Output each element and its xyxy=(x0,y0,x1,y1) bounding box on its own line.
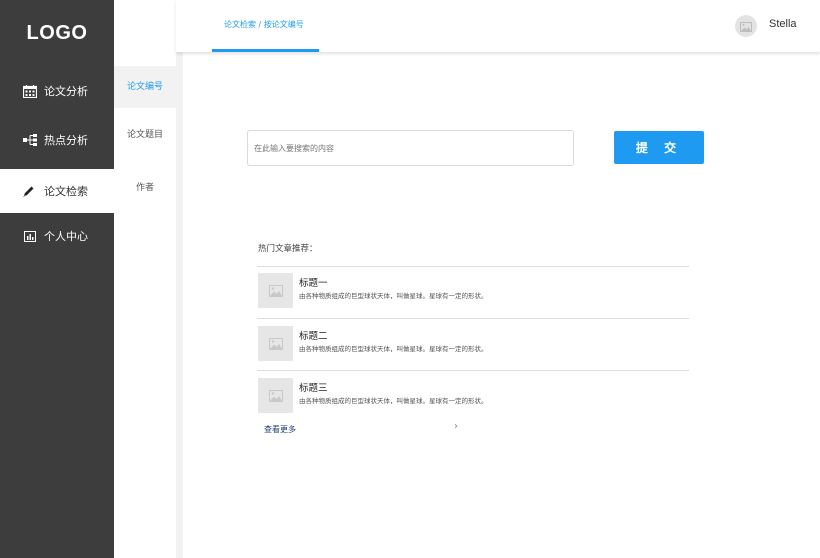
pencil-icon xyxy=(18,185,38,198)
sidebar-item-label: 热点分析 xyxy=(44,134,88,147)
submenu: 论文编号 论文题目 作者 xyxy=(114,0,176,558)
image-placeholder-icon xyxy=(258,326,293,361)
logo: LOGO xyxy=(26,21,88,44)
sidebar-item-label: 论文检索 xyxy=(44,185,88,198)
calendar-icon xyxy=(20,84,40,98)
chart-icon xyxy=(20,230,40,242)
sidebar-item-label: 论文分析 xyxy=(44,85,88,98)
sidebar-item-hotspot-analysis[interactable]: 热点分析 xyxy=(0,118,114,162)
chevron-right-icon[interactable]: › xyxy=(454,421,458,432)
submit-button[interactable]: 提 交 xyxy=(614,131,704,164)
article-title[interactable]: 标题一 xyxy=(299,275,328,289)
article-description: 由各种物质组成的巨型球状天体，叫做星球。星球有一定的形状。 xyxy=(299,345,488,353)
divider xyxy=(257,370,689,371)
sidebar-item-paper-search[interactable]: 论文检索 xyxy=(0,169,114,213)
article-title[interactable]: 标题三 xyxy=(299,380,328,394)
header: 论文检索 / 按论文编号 Stella xyxy=(176,0,820,52)
divider xyxy=(257,318,689,319)
image-placeholder-icon xyxy=(740,17,752,36)
view-more-link[interactable]: 查看更多 xyxy=(264,424,296,435)
image-placeholder-icon xyxy=(258,378,293,413)
breadcrumb-underline xyxy=(212,49,319,52)
sidebar-item-label: 个人中心 xyxy=(44,230,88,243)
article-description: 由各种物质组成的巨型球状天体，叫做星球。星球有一定的形状。 xyxy=(299,397,488,405)
list-item[interactable]: 标题二 由各种物质组成的巨型球状天体，叫做星球。星球有一定的形状。 xyxy=(258,326,688,362)
article-title[interactable]: 标题二 xyxy=(299,328,328,342)
sidebar-item-paper-analysis[interactable]: 论文分析 xyxy=(0,69,114,113)
divider xyxy=(257,266,689,267)
breadcrumb[interactable]: 论文检索 / 按论文编号 xyxy=(224,19,304,30)
image-placeholder-icon xyxy=(258,273,293,308)
list-item[interactable]: 标题三 由各种物质组成的巨型球状天体，叫做星球。星球有一定的形状。 xyxy=(258,378,688,414)
submenu-divider xyxy=(176,0,183,558)
list-item[interactable]: 标题一 由各种物质组成的巨型球状天体，叫做星球。星球有一定的形状。 xyxy=(258,273,688,309)
username[interactable]: Stella xyxy=(769,18,797,30)
search-input[interactable] xyxy=(247,130,574,166)
submenu-item-author[interactable]: 作者 xyxy=(114,178,176,198)
sidebar: LOGO 论文分析 热点分析 论文检索 个人中心 xyxy=(0,0,114,558)
hierarchy-icon xyxy=(20,134,40,146)
submenu-item-paper-number[interactable]: 论文编号 xyxy=(114,66,176,108)
hot-articles-title: 热门文章推荐： xyxy=(258,244,318,254)
app-root: LOGO 论文分析 热点分析 论文检索 个人中心 论文编号 论文题目 作者 论文… xyxy=(0,0,820,558)
submenu-item-paper-title[interactable]: 论文题目 xyxy=(114,125,176,145)
sidebar-item-personal-center[interactable]: 个人中心 xyxy=(0,214,114,258)
article-description: 由各种物质组成的巨型球状天体，叫做星球。星球有一定的形状。 xyxy=(299,292,488,300)
avatar[interactable] xyxy=(735,15,757,37)
